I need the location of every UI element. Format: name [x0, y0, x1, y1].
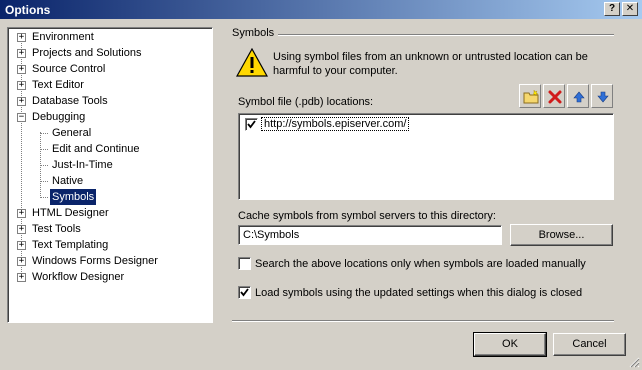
warning-text: Using symbol files from an unknown or un… — [273, 51, 588, 77]
tree-item-environment[interactable]: + Environment — [8, 29, 208, 45]
tree-item-label: Just-In-Time — [52, 159, 113, 171]
move-up-icon — [573, 91, 585, 103]
move-down-icon — [597, 91, 609, 103]
tree-item-label: Symbols — [50, 189, 97, 205]
tree-item-label: Workflow Designer — [32, 271, 125, 283]
tree-item-label: Text Editor — [32, 79, 84, 91]
group-title: Symbols — [232, 27, 275, 39]
symbol-locations-list[interactable]: http://symbols.episerver.com/ — [238, 113, 614, 200]
group-divider — [278, 34, 614, 36]
cache-label: Cache symbols from symbol servers to thi… — [238, 210, 496, 222]
tree-item-projects-and-solutions[interactable]: + Projects and Solutions — [8, 45, 208, 61]
expand-icon[interactable]: + — [17, 257, 26, 266]
window-title: Options — [5, 3, 51, 17]
tree-item-label: Environment — [32, 31, 94, 43]
help-button[interactable]: ? — [604, 2, 620, 16]
tree-item-label: Projects and Solutions — [32, 47, 142, 59]
load-updated-label: Load symbols using the updated settings … — [255, 287, 583, 299]
add-location-button[interactable] — [519, 84, 541, 108]
tree-item-label: Debugging — [32, 111, 86, 123]
tree-item-windows-forms-designer[interactable]: + Windows Forms Designer — [8, 253, 208, 269]
tree-item-edit-and-continue[interactable]: Edit and Continue — [8, 141, 208, 157]
tree-item-label: Source Control — [32, 63, 106, 75]
tree-item-text-templating[interactable]: + Text Templating — [8, 237, 208, 253]
expand-icon[interactable]: + — [17, 49, 26, 58]
expand-icon[interactable]: + — [17, 273, 26, 282]
move-down-button[interactable] — [591, 84, 613, 108]
tree-item-label: General — [52, 127, 92, 139]
options-tree[interactable]: + Environment + Projects and Solutions +… — [7, 27, 213, 323]
tree-item-label: Text Templating — [32, 239, 109, 251]
tree-item-label: HTML Designer — [32, 207, 109, 219]
tree-item-test-tools[interactable]: + Test Tools — [8, 221, 208, 237]
tree-item-label: Edit and Continue — [52, 143, 140, 155]
cache-directory-input[interactable]: C:\Symbols — [238, 225, 502, 245]
expand-icon[interactable]: + — [17, 65, 26, 74]
browse-button[interactable]: Browse... — [510, 224, 613, 246]
tree-item-source-control[interactable]: + Source Control — [8, 61, 208, 77]
expand-icon[interactable]: + — [17, 241, 26, 250]
ok-button[interactable]: OK — [473, 332, 547, 357]
move-up-button[interactable] — [567, 84, 589, 108]
expand-icon[interactable]: + — [17, 225, 26, 234]
checkmark-icon — [240, 288, 249, 297]
tree-item-native[interactable]: Native — [8, 173, 208, 189]
expand-icon[interactable]: + — [17, 81, 26, 90]
new-folder-icon — [523, 89, 539, 104]
load-updated-checkbox[interactable] — [238, 286, 251, 299]
list-item[interactable]: http://symbols.episerver.com/ — [239, 114, 609, 134]
warning-icon — [236, 48, 268, 77]
checkmark-icon — [247, 120, 256, 129]
search-manual-checkbox[interactable] — [238, 257, 251, 270]
location-url: http://symbols.episerver.com/ — [261, 117, 410, 131]
footer-divider — [232, 320, 614, 322]
tree-item-text-editor[interactable]: + Text Editor — [8, 77, 208, 93]
tree-item-database-tools[interactable]: + Database Tools — [8, 93, 208, 109]
resize-grip-icon[interactable] — [628, 356, 640, 368]
expand-icon[interactable]: + — [17, 33, 26, 42]
location-checkbox[interactable] — [245, 118, 258, 131]
tree-item-symbols[interactable]: Symbols — [8, 189, 208, 205]
tree-item-workflow-designer[interactable]: + Workflow Designer — [8, 269, 208, 285]
cancel-button[interactable]: Cancel — [553, 333, 626, 356]
tree-item-general[interactable]: General — [8, 125, 208, 141]
tree-item-html-designer[interactable]: + HTML Designer — [8, 205, 208, 221]
tree-item-label: Windows Forms Designer — [32, 255, 158, 267]
expand-icon[interactable]: + — [17, 209, 26, 218]
collapse-icon[interactable]: − — [17, 113, 26, 122]
tree-item-just-in-time[interactable]: Just-In-Time — [8, 157, 208, 173]
options-dialog: Options ? ✕ + Environment + Projects and… — [0, 0, 642, 370]
expand-icon[interactable]: + — [17, 97, 26, 106]
locations-label: Symbol file (.pdb) locations: — [238, 96, 374, 108]
tree-item-label: Test Tools — [32, 223, 81, 235]
tree-item-debugging[interactable]: − Debugging — [8, 109, 208, 125]
tree-item-label: Database Tools — [32, 95, 108, 107]
tree-item-label: Native — [52, 175, 84, 187]
remove-location-button[interactable] — [543, 84, 565, 108]
delete-icon — [548, 90, 562, 104]
close-button[interactable]: ✕ — [622, 2, 638, 16]
title-bar[interactable]: Options ? ✕ — [0, 0, 642, 19]
search-manual-label: Search the above locations only when sym… — [255, 258, 586, 270]
